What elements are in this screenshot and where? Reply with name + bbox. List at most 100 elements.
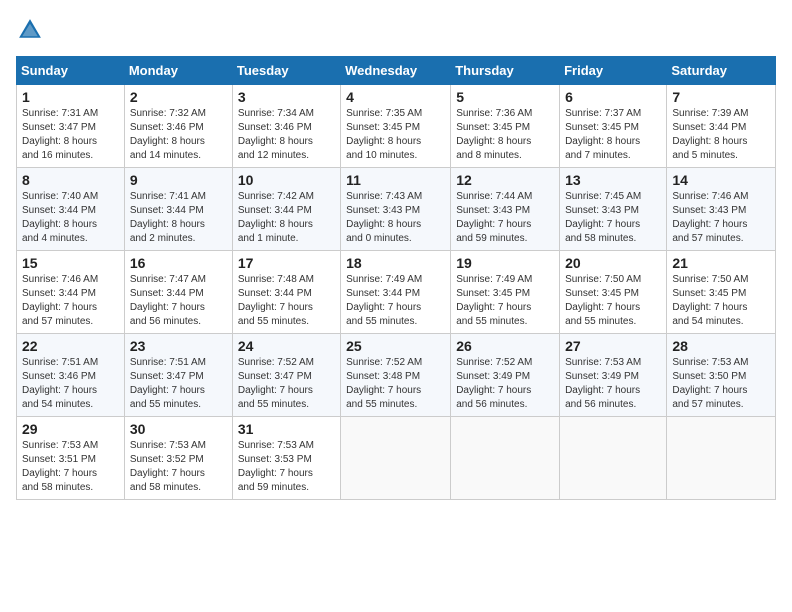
calendar-cell: 6 Sunrise: 7:37 AM Sunset: 3:45 PM Daylig… [560,85,667,168]
calendar-cell: 23 Sunrise: 7:51 AM Sunset: 3:47 PM Dayli… [124,334,232,417]
calendar-cell: 30 Sunrise: 7:53 AM Sunset: 3:52 PM Dayli… [124,417,232,500]
day-header-tuesday: Tuesday [232,57,340,85]
day-info-text: Sunrise: 7:40 AM Sunset: 3:44 PM Dayligh… [22,190,119,246]
day-info-text: Sunrise: 7:51 AM Sunset: 3:46 PM Dayligh… [22,356,119,412]
calendar-cell: 3 Sunrise: 7:34 AM Sunset: 3:46 PM Daylig… [232,85,340,168]
calendar-cell: 1 Sunrise: 7:31 AM Sunset: 3:47 PM Daylig… [17,85,125,168]
day-number: 30 [130,421,227,437]
calendar-cell: 17 Sunrise: 7:48 AM Sunset: 3:44 PM Dayli… [232,251,340,334]
day-number: 25 [346,338,445,354]
day-info-text: Sunrise: 7:46 AM Sunset: 3:44 PM Dayligh… [22,273,119,329]
day-number: 5 [456,89,554,105]
day-number: 12 [456,172,554,188]
day-info-text: Sunrise: 7:52 AM Sunset: 3:49 PM Dayligh… [456,356,554,412]
calendar-cell: 18 Sunrise: 7:49 AM Sunset: 3:44 PM Dayli… [341,251,451,334]
calendar-cell [560,417,667,500]
day-number: 6 [565,89,661,105]
logo-icon [16,16,44,44]
calendar-cell: 8 Sunrise: 7:40 AM Sunset: 3:44 PM Daylig… [17,168,125,251]
day-number: 19 [456,255,554,271]
day-info-text: Sunrise: 7:47 AM Sunset: 3:44 PM Dayligh… [130,273,227,329]
day-number: 9 [130,172,227,188]
day-header-saturday: Saturday [667,57,776,85]
day-info-text: Sunrise: 7:41 AM Sunset: 3:44 PM Dayligh… [130,190,227,246]
logo [16,16,48,44]
day-info-text: Sunrise: 7:53 AM Sunset: 3:51 PM Dayligh… [22,439,119,495]
day-info-text: Sunrise: 7:42 AM Sunset: 3:44 PM Dayligh… [238,190,335,246]
day-info-text: Sunrise: 7:53 AM Sunset: 3:52 PM Dayligh… [130,439,227,495]
calendar-cell [451,417,560,500]
calendar-cell: 24 Sunrise: 7:52 AM Sunset: 3:47 PM Dayli… [232,334,340,417]
calendar-cell: 31Sunrise: 7:53 AM Sunset: 3:53 PM Dayli… [232,417,340,500]
calendar-cell: 5 Sunrise: 7:36 AM Sunset: 3:45 PM Daylig… [451,85,560,168]
calendar-cell: 20 Sunrise: 7:50 AM Sunset: 3:45 PM Dayli… [560,251,667,334]
calendar-cell: 29Sunrise: 7:53 AM Sunset: 3:51 PM Dayli… [17,417,125,500]
day-info-text: Sunrise: 7:52 AM Sunset: 3:48 PM Dayligh… [346,356,445,412]
day-number: 21 [672,255,770,271]
day-number: 18 [346,255,445,271]
day-number: 13 [565,172,661,188]
calendar-cell: 14Sunrise: 7:46 AM Sunset: 3:43 PM Dayli… [667,168,776,251]
day-number: 26 [456,338,554,354]
day-number: 2 [130,89,227,105]
calendar-cell: 9 Sunrise: 7:41 AM Sunset: 3:44 PM Daylig… [124,168,232,251]
calendar-cell: 2 Sunrise: 7:32 AM Sunset: 3:46 PM Daylig… [124,85,232,168]
day-info-text: Sunrise: 7:53 AM Sunset: 3:53 PM Dayligh… [238,439,335,495]
day-info-text: Sunrise: 7:35 AM Sunset: 3:45 PM Dayligh… [346,107,445,163]
calendar-cell: 27 Sunrise: 7:53 AM Sunset: 3:49 PM Dayli… [560,334,667,417]
day-number: 8 [22,172,119,188]
calendar-cell: 28 Sunrise: 7:53 AM Sunset: 3:50 PM Dayli… [667,334,776,417]
day-info-text: Sunrise: 7:31 AM Sunset: 3:47 PM Dayligh… [22,107,119,163]
calendar-cell: 15 Sunrise: 7:46 AM Sunset: 3:44 PM Dayli… [17,251,125,334]
calendar-cell: 25 Sunrise: 7:52 AM Sunset: 3:48 PM Dayli… [341,334,451,417]
day-header-monday: Monday [124,57,232,85]
day-info-text: Sunrise: 7:48 AM Sunset: 3:44 PM Dayligh… [238,273,335,329]
calendar-cell: 11 Sunrise: 7:43 AM Sunset: 3:43 PM Dayli… [341,168,451,251]
day-header-wednesday: Wednesday [341,57,451,85]
calendar-cell: 26 Sunrise: 7:52 AM Sunset: 3:49 PM Dayli… [451,334,560,417]
day-number: 20 [565,255,661,271]
day-number: 28 [672,338,770,354]
calendar-cell: 13 Sunrise: 7:45 AM Sunset: 3:43 PM Dayli… [560,168,667,251]
day-number: 4 [346,89,445,105]
day-info-text: Sunrise: 7:50 AM Sunset: 3:45 PM Dayligh… [565,273,661,329]
day-number: 23 [130,338,227,354]
calendar-cell: 21 Sunrise: 7:50 AM Sunset: 3:45 PM Dayli… [667,251,776,334]
day-number: 11 [346,172,445,188]
day-info-text: Sunrise: 7:50 AM Sunset: 3:45 PM Dayligh… [672,273,770,329]
day-number: 17 [238,255,335,271]
calendar-table: SundayMondayTuesdayWednesdayThursdayFrid… [16,56,776,500]
day-number: 27 [565,338,661,354]
day-number: 10 [238,172,335,188]
day-info-text: Sunrise: 7:34 AM Sunset: 3:46 PM Dayligh… [238,107,335,163]
day-info-text: Sunrise: 7:53 AM Sunset: 3:50 PM Dayligh… [672,356,770,412]
day-number: 24 [238,338,335,354]
day-header-sunday: Sunday [17,57,125,85]
day-info-text: Sunrise: 7:45 AM Sunset: 3:43 PM Dayligh… [565,190,661,246]
day-info-text: Sunrise: 7:44 AM Sunset: 3:43 PM Dayligh… [456,190,554,246]
day-header-thursday: Thursday [451,57,560,85]
day-info-text: Sunrise: 7:37 AM Sunset: 3:45 PM Dayligh… [565,107,661,163]
calendar-cell: 12 Sunrise: 7:44 AM Sunset: 3:43 PM Dayli… [451,168,560,251]
day-number: 3 [238,89,335,105]
day-info-text: Sunrise: 7:46 AM Sunset: 3:43 PM Dayligh… [672,190,770,246]
day-number: 22 [22,338,119,354]
calendar-cell [667,417,776,500]
day-number: 16 [130,255,227,271]
day-info-text: Sunrise: 7:43 AM Sunset: 3:43 PM Dayligh… [346,190,445,246]
day-info-text: Sunrise: 7:49 AM Sunset: 3:44 PM Dayligh… [346,273,445,329]
day-info-text: Sunrise: 7:39 AM Sunset: 3:44 PM Dayligh… [672,107,770,163]
day-info-text: Sunrise: 7:32 AM Sunset: 3:46 PM Dayligh… [130,107,227,163]
day-info-text: Sunrise: 7:53 AM Sunset: 3:49 PM Dayligh… [565,356,661,412]
day-number: 15 [22,255,119,271]
calendar-cell: 7Sunrise: 7:39 AM Sunset: 3:44 PM Daylig… [667,85,776,168]
day-info-text: Sunrise: 7:51 AM Sunset: 3:47 PM Dayligh… [130,356,227,412]
day-info-text: Sunrise: 7:36 AM Sunset: 3:45 PM Dayligh… [456,107,554,163]
day-number: 1 [22,89,119,105]
page-header [16,16,776,44]
day-info-text: Sunrise: 7:49 AM Sunset: 3:45 PM Dayligh… [456,273,554,329]
calendar-cell: 19 Sunrise: 7:49 AM Sunset: 3:45 PM Dayli… [451,251,560,334]
calendar-cell: 4 Sunrise: 7:35 AM Sunset: 3:45 PM Daylig… [341,85,451,168]
calendar-cell: 16 Sunrise: 7:47 AM Sunset: 3:44 PM Dayli… [124,251,232,334]
day-info-text: Sunrise: 7:52 AM Sunset: 3:47 PM Dayligh… [238,356,335,412]
